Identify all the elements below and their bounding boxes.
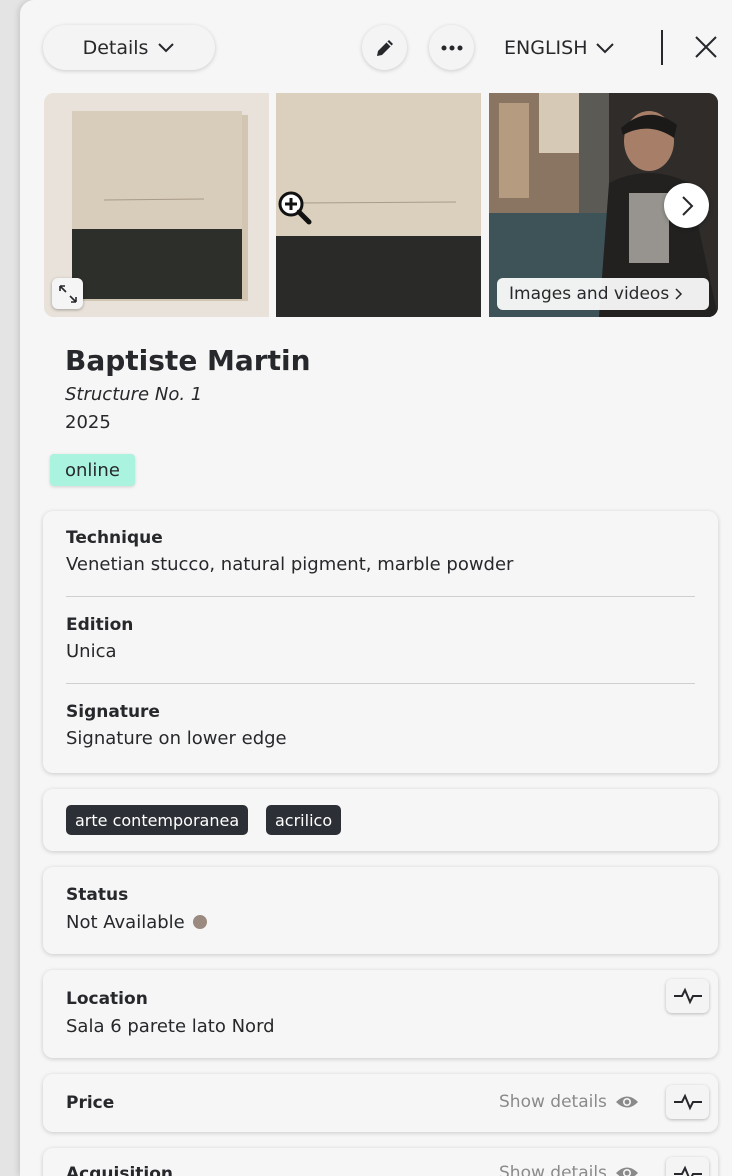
- status-dot: [192, 915, 207, 929]
- show-details-label: Show details: [499, 1092, 607, 1112]
- price-history-button[interactable]: [666, 1085, 709, 1119]
- tag-chip[interactable]: arte contemporanea: [66, 805, 249, 835]
- technique-value: Venetian stucco, natural pigment, marble…: [66, 554, 514, 575]
- divider: [66, 596, 695, 597]
- details-label: Details: [82, 36, 149, 59]
- chevron-right-icon: [675, 288, 683, 300]
- price-label: Price: [66, 1093, 115, 1113]
- tag-chip[interactable]: acrilico: [266, 805, 342, 835]
- artist-portrait-image[interactable]: Images and videos: [489, 93, 718, 317]
- acquisition-history-button[interactable]: [666, 1157, 709, 1176]
- artwork-details-panel: Details ENGLISH Images and videos Baptis…: [20, 0, 732, 1176]
- edit-button[interactable]: [362, 25, 407, 70]
- status-value-row: Not Available: [66, 912, 207, 933]
- status-value: Not Available: [66, 912, 185, 933]
- status-card: Status Not Available: [43, 867, 718, 954]
- zoom-in-cursor-icon: [277, 190, 313, 230]
- eye-icon: [615, 1167, 638, 1176]
- fullscreen-button[interactable]: [52, 278, 83, 309]
- status-badge: online: [50, 454, 135, 486]
- chevron-down-icon: [596, 43, 615, 54]
- activity-icon: [673, 1165, 702, 1176]
- details-dropdown-button[interactable]: Details: [43, 25, 215, 70]
- acquisition-label: Acquisition: [66, 1164, 174, 1176]
- artwork-year: 2025: [65, 412, 111, 433]
- show-details-label: Show details: [499, 1163, 607, 1176]
- close-icon: [695, 36, 717, 58]
- technique-label: Technique: [66, 528, 163, 548]
- artwork-image-front[interactable]: [44, 93, 269, 317]
- media-label-text: Images and videos: [509, 284, 670, 304]
- more-options-button[interactable]: [429, 25, 474, 70]
- chevron-right-icon: [681, 195, 693, 216]
- signature-label: Signature: [66, 702, 160, 722]
- price-show-details[interactable]: Show details: [499, 1092, 639, 1112]
- edition-label: Edition: [66, 615, 134, 635]
- artwork-info-card: Technique Venetian stucco, natural pigme…: [43, 511, 718, 773]
- location-value: Sala 6 parete lato Nord: [66, 1016, 275, 1037]
- acquisition-card: Acquisition Show details: [43, 1148, 718, 1176]
- location-card: Location Sala 6 parete lato Nord: [43, 970, 718, 1058]
- eye-icon: [615, 1096, 638, 1108]
- chevron-down-icon: [158, 42, 175, 52]
- expand-icon: [58, 284, 77, 303]
- location-label: Location: [66, 989, 148, 1009]
- image-gallery: Images and videos: [44, 93, 718, 317]
- close-button[interactable]: [692, 33, 720, 61]
- edition-value: Unica: [66, 641, 117, 662]
- status-label: Status: [66, 885, 129, 905]
- price-card: Price Show details: [43, 1074, 718, 1132]
- artwork-title: Structure No. 1: [65, 384, 203, 405]
- more-horizontal-icon: [441, 45, 462, 50]
- signature-value: Signature on lower edge: [66, 728, 287, 749]
- artist-name: Baptiste Martin: [65, 344, 311, 377]
- pencil-icon: [376, 39, 393, 56]
- acquisition-show-details[interactable]: Show details: [499, 1163, 639, 1176]
- next-image-button[interactable]: [664, 183, 709, 228]
- activity-icon: [673, 987, 702, 1005]
- language-label: ENGLISH: [504, 37, 588, 59]
- language-selector[interactable]: ENGLISH: [504, 34, 615, 62]
- activity-icon: [673, 1093, 702, 1111]
- divider: [66, 683, 695, 684]
- images-and-videos-link[interactable]: Images and videos: [497, 278, 709, 310]
- tags-card: arte contemporanea acrilico: [43, 789, 718, 851]
- header-divider: [661, 30, 663, 65]
- location-history-button[interactable]: [666, 979, 709, 1013]
